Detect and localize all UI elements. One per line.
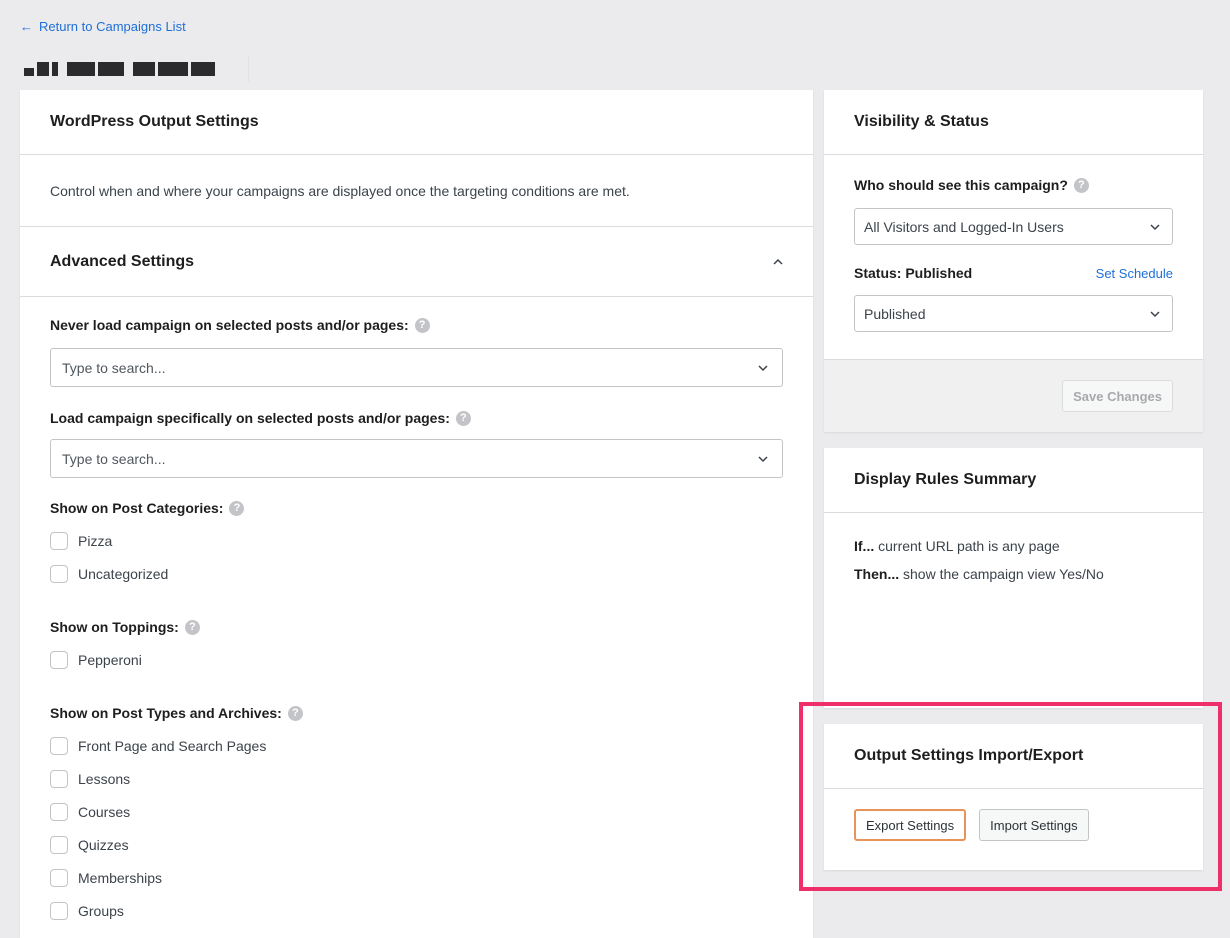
chevron-down-icon (1150, 310, 1160, 317)
rule-then-prefix: Then... (854, 566, 900, 582)
post-type-checkbox-memberships[interactable]: Memberships (50, 868, 783, 887)
display-rules-summary-card: Display Rules Summary If... current URL … (824, 448, 1203, 708)
who-should-see-label-text: Who should see this campaign? (854, 177, 1068, 193)
checkbox[interactable] (50, 736, 68, 755)
display-rules-header: Display Rules Summary (824, 448, 1203, 513)
checkbox[interactable] (50, 650, 68, 669)
status-select[interactable]: Published (854, 295, 1173, 332)
load-specific-placeholder: Type to search... (62, 450, 166, 467)
checkbox-label: Groups (78, 902, 124, 919)
status-label: Status: Published (854, 265, 973, 281)
chevron-down-icon (1150, 223, 1160, 230)
visibility-status-title: Visibility & Status (854, 113, 989, 130)
page-title (24, 56, 249, 82)
category-checkbox-uncategorized[interactable]: Uncategorized (50, 564, 783, 583)
load-specific-label-text: Load campaign specifically on selected p… (50, 410, 450, 426)
advanced-settings-body: Never load campaign on selected posts an… (20, 297, 813, 938)
checkbox-label: Courses (78, 803, 131, 820)
post-types-label: Show on Post Types and Archives: ? (50, 705, 783, 721)
help-icon[interactable]: ? (1073, 177, 1089, 193)
checkbox-label: Memberships (78, 869, 163, 886)
checkbox[interactable] (50, 564, 68, 583)
import-export-title: Output Settings Import/Export (854, 747, 1084, 764)
visibility-status-body: Who should see this campaign? ? All Visi… (824, 155, 1203, 332)
topping-checkbox-pepperoni[interactable]: Pepperoni (50, 650, 783, 669)
checkbox[interactable] (50, 868, 68, 887)
never-load-label: Never load campaign on selected posts an… (50, 317, 783, 333)
chevron-down-icon (758, 455, 768, 462)
post-type-checkbox-groups[interactable]: Groups (50, 901, 783, 920)
return-link-label: Return to Campaigns List (39, 19, 186, 34)
category-checkbox-pizza[interactable]: Pizza (50, 531, 783, 550)
output-settings-description-section: Control when and where your campaigns ar… (20, 155, 813, 227)
help-icon[interactable]: ? (414, 317, 430, 333)
visibility-select-value: All Visitors and Logged-In Users (864, 218, 1064, 235)
load-specific-label: Load campaign specifically on selected p… (50, 410, 783, 426)
post-type-checkbox-lessons[interactable]: Lessons (50, 769, 783, 788)
never-load-search-input[interactable]: Type to search... (50, 348, 783, 387)
rule-then-line: Then... show the campaign view Yes/No (854, 566, 1173, 582)
advanced-settings-toggle[interactable]: Advanced Settings (20, 227, 813, 297)
status-select-value: Published (864, 305, 926, 322)
return-to-campaigns-link[interactable]: ← Return to Campaigns List (20, 19, 186, 34)
visibility-status-card: Visibility & Status Who should see this … (824, 90, 1203, 432)
load-specific-search-input[interactable]: Type to search... (50, 439, 783, 478)
export-settings-button[interactable]: Export Settings (854, 809, 967, 841)
import-export-header: Output Settings Import/Export (824, 724, 1203, 789)
checkbox-label: Front Page and Search Pages (78, 737, 267, 754)
post-categories-label-text: Show on Post Categories: (50, 500, 224, 516)
post-types-group: Show on Post Types and Archives: ? Front… (50, 705, 783, 920)
visibility-status-header: Visibility & Status (824, 90, 1203, 155)
toppings-label-text: Show on Toppings: (50, 619, 179, 635)
output-settings-card: WordPress Output Settings Control when a… (20, 90, 813, 938)
obscured-campaign-name (24, 62, 215, 76)
rule-if-line: If... current URL path is any page (854, 538, 1173, 554)
output-settings-title: WordPress Output Settings (50, 113, 259, 130)
never-load-label-text: Never load campaign on selected posts an… (50, 317, 409, 333)
save-footer: Save Changes (824, 359, 1203, 432)
rule-if-prefix: If... (854, 538, 875, 554)
import-settings-button[interactable]: Import Settings (979, 809, 1089, 841)
status-row: Status: Published Set Schedule (854, 265, 1173, 281)
import-export-card: Output Settings Import/Export Export Set… (824, 724, 1203, 870)
post-type-checkbox-quizzes[interactable]: Quizzes (50, 835, 783, 854)
help-icon[interactable]: ? (229, 500, 245, 516)
checkbox[interactable] (50, 835, 68, 854)
rule-if-text: current URL path is any page (874, 538, 1060, 554)
checkbox-label: Quizzes (78, 836, 129, 853)
rule-then-text: show the campaign view Yes/No (899, 566, 1104, 582)
visibility-select[interactable]: All Visitors and Logged-In Users (854, 208, 1173, 245)
checkbox-label: Pepperoni (78, 651, 142, 668)
chevron-down-icon (758, 364, 768, 371)
post-types-label-text: Show on Post Types and Archives: (50, 705, 282, 721)
output-settings-description: Control when and where your campaigns ar… (50, 182, 630, 199)
toppings-label: Show on Toppings: ? (50, 619, 783, 635)
checkbox[interactable] (50, 901, 68, 920)
toppings-group: Show on Toppings: ? Pepperoni (50, 619, 783, 669)
display-rules-body: If... current URL path is any page Then.… (824, 513, 1203, 619)
checkbox-label: Lessons (78, 770, 131, 787)
set-schedule-link[interactable]: Set Schedule (1096, 266, 1173, 281)
import-export-body: Export Settings Import Settings (824, 789, 1203, 861)
post-categories-group: Show on Post Categories: ? Pizza Uncateg… (50, 500, 783, 583)
help-icon[interactable]: ? (455, 410, 471, 426)
post-type-checkbox-front-page[interactable]: Front Page and Search Pages (50, 736, 783, 755)
advanced-settings-title: Advanced Settings (50, 252, 195, 270)
never-load-placeholder: Type to search... (62, 359, 166, 376)
chevron-up-icon[interactable] (773, 257, 783, 267)
checkbox-label: Pizza (78, 532, 113, 549)
checkbox-label: Uncategorized (78, 565, 169, 582)
checkbox[interactable] (50, 531, 68, 550)
checkbox[interactable] (50, 802, 68, 821)
arrow-left-icon: ← (20, 19, 33, 34)
display-rules-title: Display Rules Summary (854, 471, 1037, 488)
save-changes-button[interactable]: Save Changes (1062, 380, 1173, 412)
who-should-see-label: Who should see this campaign? ? (854, 177, 1173, 193)
post-categories-label: Show on Post Categories: ? (50, 500, 783, 516)
help-icon[interactable]: ? (287, 705, 303, 721)
help-icon[interactable]: ? (184, 619, 200, 635)
post-type-checkbox-courses[interactable]: Courses (50, 802, 783, 821)
checkbox[interactable] (50, 769, 68, 788)
output-settings-header: WordPress Output Settings (20, 90, 813, 155)
